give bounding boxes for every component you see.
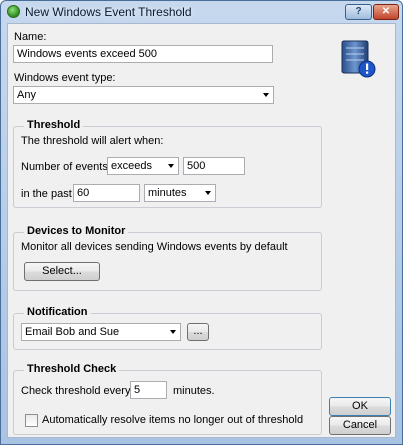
- threshold-group: Threshold The threshold will alert when:…: [13, 119, 322, 208]
- event-count-input[interactable]: 500: [183, 157, 245, 175]
- threshold-description: The threshold will alert when:: [21, 135, 164, 147]
- select-devices-button[interactable]: Select...: [24, 262, 100, 281]
- operator-value: exceeds: [111, 160, 152, 172]
- devices-description: Monitor all devices sending Windows even…: [21, 241, 288, 253]
- event-type-label: Windows event type:: [14, 72, 116, 84]
- app-icon: [7, 5, 20, 18]
- name-label: Name:: [14, 31, 47, 43]
- devices-legend: Devices to Monitor: [24, 225, 129, 237]
- notification-group: Notification Email Bob and Sue ...: [13, 306, 322, 350]
- chevron-down-icon: [170, 330, 176, 334]
- dialog-body: Name: Windows events exceed 500 Windows …: [7, 23, 396, 438]
- threshold-check-group: Threshold Check Check threshold every 5 …: [13, 363, 322, 435]
- chevron-down-icon: [263, 93, 269, 97]
- close-button[interactable]: ✕: [373, 4, 399, 20]
- notification-more-button[interactable]: ...: [187, 323, 209, 341]
- title-bar: New Windows Event Threshold ? ✕: [1, 1, 402, 23]
- number-of-events-label: Number of events: [21, 161, 108, 173]
- chevron-down-icon: [168, 164, 174, 168]
- ok-button[interactable]: OK: [329, 397, 391, 416]
- name-input[interactable]: Windows events exceed 500: [13, 45, 273, 63]
- event-type-value: Any: [17, 89, 36, 101]
- notification-value: Email Bob and Sue: [25, 326, 120, 338]
- chevron-down-icon: [205, 191, 211, 195]
- operator-select[interactable]: exceeds: [107, 157, 179, 175]
- check-unit-label: minutes.: [173, 385, 215, 397]
- period-value-input[interactable]: 60: [73, 184, 140, 202]
- server-alert-icon: [341, 40, 376, 78]
- notification-select[interactable]: Email Bob and Sue: [21, 323, 181, 341]
- devices-group: Devices to Monitor Monitor all devices s…: [13, 225, 322, 291]
- cancel-button[interactable]: Cancel: [329, 416, 391, 435]
- auto-resolve-label: Automatically resolve items no longer ou…: [42, 414, 304, 426]
- threshold-check-legend: Threshold Check: [24, 363, 120, 375]
- help-button[interactable]: ?: [345, 4, 372, 20]
- dialog-window: New Windows Event Threshold ? ✕ Name: Wi…: [0, 0, 403, 445]
- notification-legend: Notification: [24, 306, 91, 318]
- check-every-label: Check threshold every: [21, 385, 131, 397]
- check-interval-input[interactable]: 5: [130, 381, 167, 399]
- event-type-select[interactable]: Any: [13, 86, 274, 104]
- threshold-legend: Threshold: [24, 119, 84, 131]
- window-title: New Windows Event Threshold: [25, 5, 192, 19]
- period-unit-value: minutes: [148, 187, 187, 199]
- in-the-past-label: in the past: [21, 188, 72, 200]
- period-unit-select[interactable]: minutes: [144, 184, 216, 202]
- auto-resolve-checkbox[interactable]: [25, 414, 38, 427]
